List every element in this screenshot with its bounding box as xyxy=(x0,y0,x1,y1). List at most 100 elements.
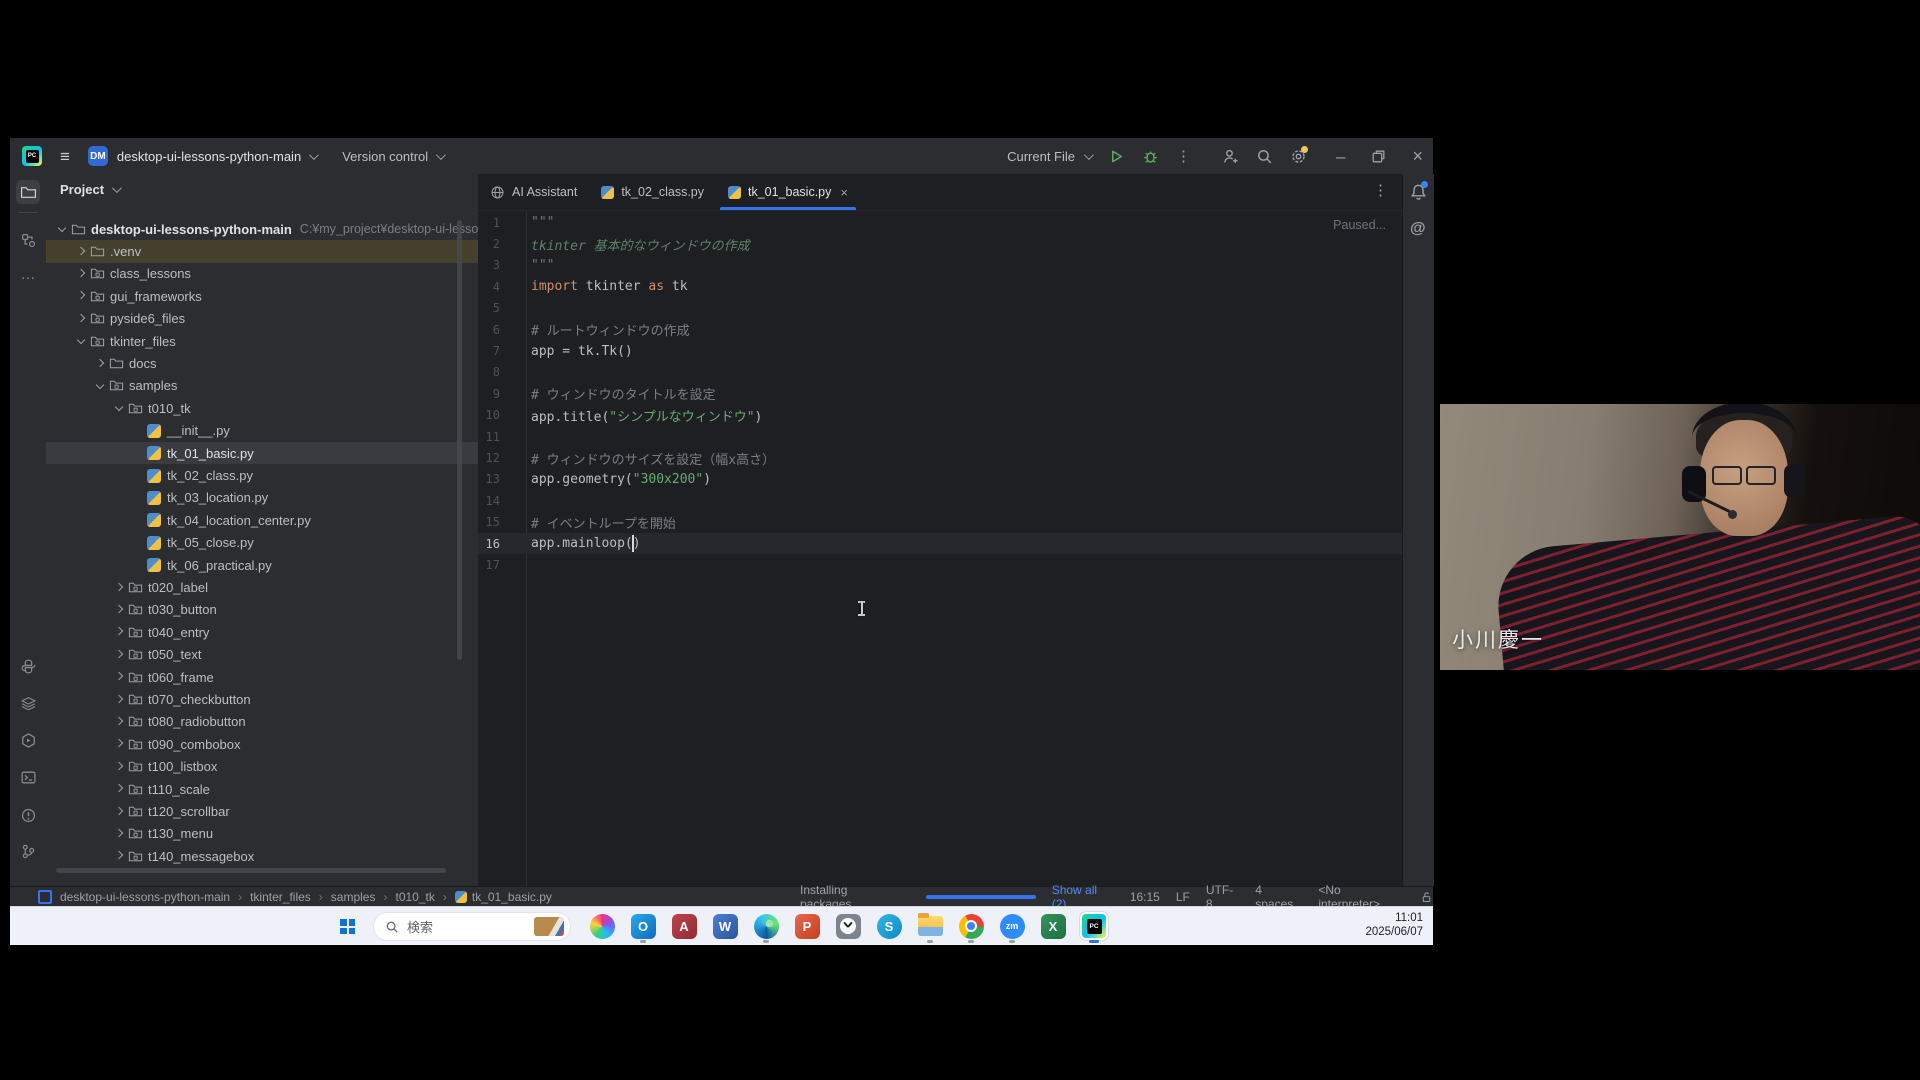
tree-item-t080-radiobutton[interactable]: t080_radiobutton xyxy=(46,711,478,733)
chevron-expanded-icon[interactable] xyxy=(111,400,127,416)
taskbar-file-explorer-icon[interactable] xyxy=(916,912,944,940)
tree-item-tk-05-close-py[interactable]: tk_05_close.py xyxy=(46,532,478,554)
tree-item-t060-frame[interactable]: t060_frame xyxy=(46,666,478,688)
code-line[interactable]: 5 xyxy=(478,298,1402,319)
chevron-expanded-icon[interactable] xyxy=(73,333,89,349)
breadcrumb-project[interactable]: desktop-ui-lessons-python-main xyxy=(60,890,230,904)
breadcrumb-t010-tk[interactable]: t010_tk xyxy=(395,890,434,904)
chevron-collapsed-icon[interactable] xyxy=(111,669,127,685)
tree-item-tkinter-files[interactable]: tkinter_files xyxy=(46,330,478,352)
tree-item-t130-menu[interactable]: t130_menu xyxy=(46,823,478,845)
tree-item-t050-text[interactable]: t050_text xyxy=(46,644,478,666)
chevron-collapsed-icon[interactable] xyxy=(111,826,127,842)
taskbar-outlook-icon[interactable]: O xyxy=(629,912,657,940)
code-line[interactable]: 2tkinter 基本的なウィンドウの作成 xyxy=(478,233,1402,254)
tree-item-t090-combobox[interactable]: t090_combobox xyxy=(46,733,478,755)
notifications-bell-icon[interactable] xyxy=(1409,182,1428,201)
more-actions-icon[interactable]: ⋮ xyxy=(1176,149,1191,164)
taskbar-clock[interactable]: 11:01 2025/06/07 xyxy=(1365,911,1423,939)
tree-item-t110-scale[interactable]: t110_scale xyxy=(46,778,478,800)
code-line[interactable]: 13app.geometry("300x200") xyxy=(478,469,1402,490)
more-tool-windows-icon[interactable]: … xyxy=(16,262,40,286)
tree-item-t100-listbox[interactable]: t100_listbox xyxy=(46,756,478,778)
chevron-expanded-icon[interactable] xyxy=(92,378,108,394)
tree-item-docs[interactable]: docs xyxy=(46,352,478,374)
tree-item-tk-02-class-py[interactable]: tk_02_class.py xyxy=(46,464,478,486)
tab-ai-assistant[interactable]: AI Assistant xyxy=(478,174,589,210)
tree-item-t010-tk[interactable]: t010_tk xyxy=(46,397,478,419)
tab-tk-02-class-py[interactable]: tk_02_class.py xyxy=(589,174,716,210)
windows-start-button[interactable] xyxy=(340,919,355,934)
code-line[interactable]: 4import tkinter as tk xyxy=(478,276,1402,297)
tab-close-icon[interactable]: × xyxy=(840,185,848,200)
problems-tool-icon[interactable] xyxy=(16,803,40,827)
tree-item-t120-scrollbar[interactable]: t120_scrollbar xyxy=(46,800,478,822)
chevron-collapsed-icon[interactable] xyxy=(111,759,127,775)
code-line[interactable]: 1""" xyxy=(478,212,1402,233)
ai-assistant-tool-icon[interactable]: @ xyxy=(1410,220,1426,238)
project-selector-button[interactable]: desktop-ui-lessons-python-main xyxy=(117,149,301,164)
tree-item-t140-messagebox[interactable]: t140_messagebox xyxy=(46,845,478,867)
minimize-button[interactable]: – xyxy=(1336,148,1345,165)
tree-item-t030-button[interactable]: t030_button xyxy=(46,599,478,621)
chevron-collapsed-icon[interactable] xyxy=(111,647,127,663)
tree-item-tk-01-basic-py-selected[interactable]: tk_01_basic.py xyxy=(46,442,478,464)
code-line[interactable]: 14 xyxy=(478,490,1402,511)
code-line-current[interactable]: 16app.mainloop() xyxy=(478,533,1402,554)
taskbar-excel-icon[interactable]: X xyxy=(1039,912,1067,940)
chevron-collapsed-icon[interactable] xyxy=(111,602,127,618)
breadcrumb-tkinter-files[interactable]: tkinter_files xyxy=(250,890,311,904)
chevron-collapsed-icon[interactable] xyxy=(73,266,89,282)
taskbar-powerpoint-icon[interactable]: P xyxy=(793,912,821,940)
code-line[interactable]: 10app.title("シンプルなウィンドウ") xyxy=(478,405,1402,426)
tree-item-tk-03-location-py[interactable]: tk_03_location.py xyxy=(46,487,478,509)
chevron-collapsed-icon[interactable] xyxy=(111,624,127,640)
caret-position-widget[interactable]: 16:15 xyxy=(1130,890,1160,904)
taskbar-timer-app-icon[interactable] xyxy=(834,912,862,940)
taskbar-zoom-icon[interactable]: zm xyxy=(998,912,1026,940)
code-line[interactable]: 17 xyxy=(478,554,1402,575)
code-line[interactable]: 9# ウィンドウのタイトルを設定 xyxy=(478,383,1402,404)
run-button[interactable] xyxy=(1108,148,1125,165)
taskbar-access-icon[interactable]: A xyxy=(670,912,698,940)
settings-gear-icon[interactable] xyxy=(1290,148,1307,165)
chevron-collapsed-icon[interactable] xyxy=(111,714,127,730)
chevron-collapsed-icon[interactable] xyxy=(73,311,89,327)
taskbar-pycharm-icon-active[interactable]: PC xyxy=(1080,912,1108,940)
tree-item-t040-entry[interactable]: t040_entry xyxy=(46,621,478,643)
chevron-collapsed-icon[interactable] xyxy=(73,244,89,260)
close-window-button[interactable]: × xyxy=(1412,147,1423,165)
tree-item-tk-04-location-center-py[interactable]: tk_04_location_center.py xyxy=(46,509,478,531)
services-tool-icon[interactable] xyxy=(16,728,40,752)
code-with-me-icon[interactable] xyxy=(1222,148,1239,165)
tree-item-class-lessons[interactable]: class_lessons xyxy=(46,263,478,285)
chevron-collapsed-icon[interactable] xyxy=(111,580,127,596)
dependencies-tool-icon[interactable] xyxy=(16,691,40,715)
run-configuration-selector[interactable]: Current File xyxy=(1007,149,1075,164)
version-control-tool-icon[interactable] xyxy=(16,839,40,863)
breadcrumb-samples[interactable]: samples xyxy=(331,890,376,904)
code-line[interactable]: 15# イベントループを開始 xyxy=(478,512,1402,533)
debug-button[interactable] xyxy=(1142,148,1159,165)
breadcrumb-file[interactable]: tk_01_basic.py xyxy=(472,890,552,904)
code-line[interactable]: 12# ウィンドウのサイズを設定（幅x高さ） xyxy=(478,447,1402,468)
tree-item-project-root[interactable]: desktop-ui-lessons-python-mainC:¥my_proj… xyxy=(46,218,478,240)
code-line[interactable]: 11 xyxy=(478,426,1402,447)
taskbar-chrome-icon[interactable] xyxy=(957,912,985,940)
project-horizontal-scrollbar[interactable] xyxy=(56,868,446,873)
chevron-expanded-icon[interactable] xyxy=(54,221,70,237)
project-tool-icon[interactable] xyxy=(16,180,40,204)
chevron-collapsed-icon[interactable] xyxy=(111,692,127,708)
terminal-tool-icon[interactable] xyxy=(16,765,40,789)
chevron-collapsed-icon[interactable] xyxy=(92,356,108,372)
search-everywhere-icon[interactable] xyxy=(1256,148,1273,165)
tree-item-samples[interactable]: samples xyxy=(46,375,478,397)
taskbar-word-icon[interactable]: W xyxy=(711,912,739,940)
code-line[interactable]: 8 xyxy=(478,362,1402,383)
tab-tk-01-basic-py-active[interactable]: tk_01_basic.py × xyxy=(716,174,860,210)
chevron-collapsed-icon[interactable] xyxy=(111,804,127,820)
taskbar-skype-icon[interactable]: S xyxy=(875,912,903,940)
main-menu-icon[interactable]: ≡ xyxy=(60,148,70,165)
tree-item-init-py[interactable]: __init__.py xyxy=(46,420,478,442)
code-line[interactable]: 3""" xyxy=(478,255,1402,276)
